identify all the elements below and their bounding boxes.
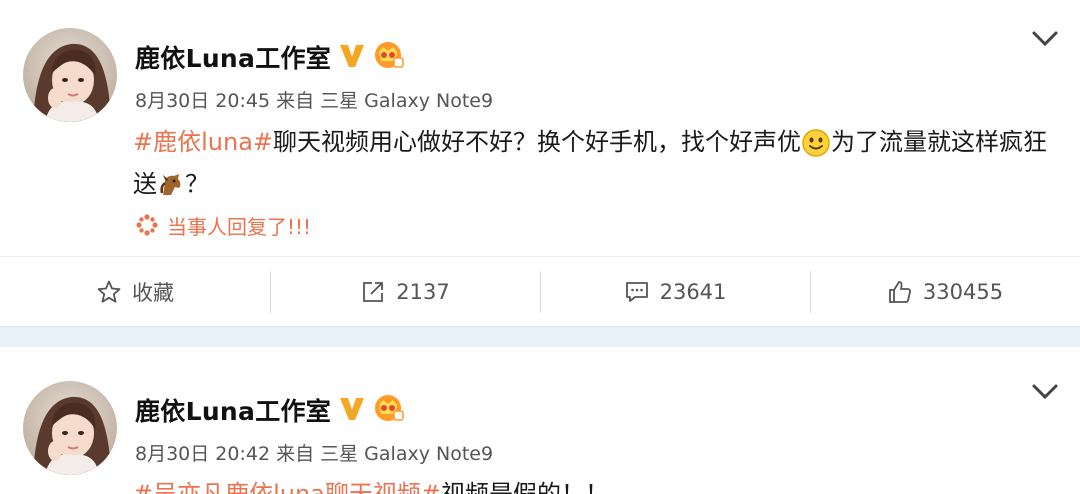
post-text: #鹿依luna#聊天视频用心做好不好？换个好手机，找个好声优 为了流量就这样疯狂送…: [133, 128, 1048, 198]
verified-v-icon: [340, 398, 364, 420]
star-icon: [97, 280, 121, 303]
comment-icon: [625, 281, 648, 302]
horse-emoji-icon: [160, 174, 181, 195]
verified-v-icon: [340, 45, 364, 67]
reply-spark-icon: [136, 214, 158, 236]
author-name[interactable]: 鹿依Luna工作室: [135, 39, 331, 75]
smile-emoji-icon: [802, 129, 830, 157]
chevron-down-icon[interactable]: [1031, 383, 1059, 401]
repost-count: 2137: [396, 279, 450, 304]
like-button[interactable]: 330455: [810, 257, 1080, 327]
avatar[interactable]: [23, 381, 117, 475]
comment-button[interactable]: 23641: [540, 257, 810, 327]
post-meta: 8月30日 20:42 来自 三星 Galaxy Note9: [135, 443, 494, 465]
weibo-post: 鹿依Luna工作室 8月30日 20:45 来自 三星 Galaxy Note9…: [0, 0, 1080, 326]
like-count: 330455: [922, 279, 1004, 304]
weibo-post: 鹿依Luna工作室 8月30日 20:42 来自 三星 Galaxy Note9…: [0, 347, 1080, 494]
repost-icon: [363, 281, 384, 302]
topic-link[interactable]: #吴亦凡鹿依luna聊天视频#: [133, 480, 441, 494]
post-text: #吴亦凡鹿依luna聊天视频#视频是假的！！: [133, 473, 1063, 494]
feed-separator: [0, 326, 1080, 347]
chevron-down-icon[interactable]: [1031, 30, 1059, 48]
reply-label: 当事人回复了!!!: [167, 214, 312, 239]
member-crown-icon[interactable]: [372, 38, 404, 70]
author-name[interactable]: 鹿依Luna工作室: [135, 392, 331, 428]
favorite-label: 收藏: [132, 280, 174, 305]
thumbs-up-icon: [889, 280, 911, 303]
action-bar: 收藏 2137 23641 330455: [0, 256, 1080, 326]
reply-notice[interactable]: 当事人回复了!!!: [135, 210, 311, 240]
comment-count: 23641: [659, 279, 727, 304]
avatar[interactable]: [23, 28, 117, 122]
member-crown-icon[interactable]: [372, 391, 404, 423]
favorite-button[interactable]: 收藏: [0, 257, 270, 327]
post-meta: 8月30日 20:45 来自 三星 Galaxy Note9: [135, 90, 494, 112]
topic-link[interactable]: #鹿依luna#: [133, 128, 273, 156]
repost-button[interactable]: 2137: [270, 257, 540, 327]
